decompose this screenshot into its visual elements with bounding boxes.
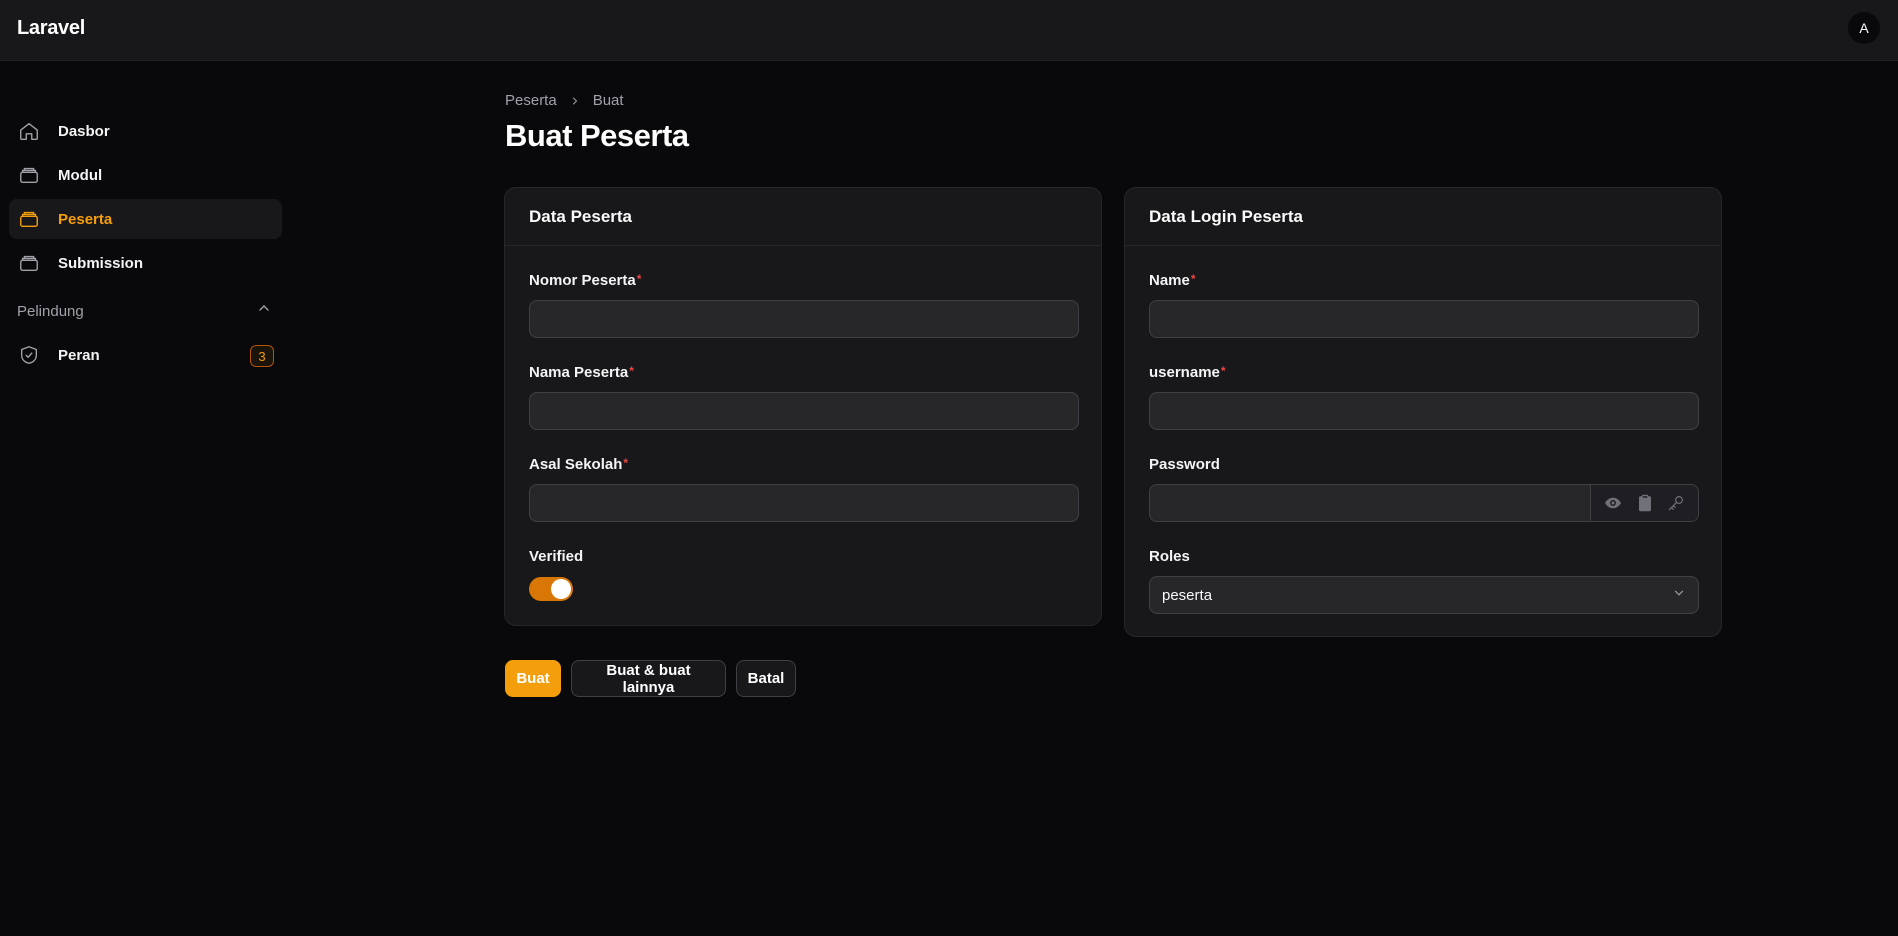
field-label-password: Password — [1149, 456, 1220, 473]
field-label-username: username* — [1149, 364, 1226, 381]
verified-toggle[interactable] — [529, 577, 573, 601]
required-mark: * — [629, 364, 634, 378]
sidebar: Dasbor Modul Peserta Submission Pelindun… — [0, 61, 290, 936]
sidebar-group-label: Pelindung — [17, 303, 84, 320]
count-badge: 3 — [250, 345, 274, 367]
required-mark: * — [1190, 272, 1196, 286]
password-input[interactable] — [1150, 485, 1590, 521]
username-input[interactable] — [1149, 392, 1699, 430]
breadcrumb-current: Buat — [592, 92, 624, 109]
nama-peserta-input[interactable] — [529, 392, 1079, 430]
home-icon — [18, 120, 40, 142]
nomor-peserta-input[interactable] — [529, 300, 1079, 338]
password-actions — [1590, 485, 1698, 521]
brand-logo[interactable]: Laravel — [17, 17, 85, 40]
card-title: Data Peserta — [505, 188, 1101, 246]
breadcrumb-link-peserta[interactable]: Peserta — [505, 92, 557, 109]
clipboard-icon[interactable] — [1635, 493, 1655, 513]
sidebar-item-submission[interactable]: Submission — [9, 243, 282, 283]
password-field — [1149, 484, 1699, 522]
key-icon[interactable] — [1666, 493, 1686, 513]
asal-sekolah-input[interactable] — [529, 484, 1079, 522]
required-mark: * — [623, 456, 629, 470]
sidebar-item-label: Peserta — [58, 210, 113, 228]
required-mark: * — [1220, 364, 1226, 378]
shield-check-icon — [18, 344, 40, 366]
create-button[interactable]: Buat — [505, 660, 561, 697]
roles-select[interactable]: peserta — [1149, 576, 1699, 614]
field-label-asal-sekolah: Asal Sekolah* — [529, 456, 629, 473]
chevron-up-icon[interactable] — [256, 300, 272, 316]
stack-icon — [18, 252, 40, 274]
eye-icon[interactable] — [1603, 493, 1623, 513]
topbar: Laravel A — [0, 0, 1898, 61]
sidebar-item-dasbor[interactable]: Dasbor — [9, 111, 282, 151]
toggle-knob — [551, 579, 571, 599]
stack-icon — [18, 164, 40, 186]
card-data-peserta: Data Peserta Nomor Peserta* Nama Peserta… — [504, 187, 1102, 626]
field-label-verified: Verified — [529, 548, 584, 565]
breadcrumb: Peserta Buat — [505, 92, 624, 109]
field-label-name: Name* — [1149, 272, 1196, 289]
name-input[interactable] — [1149, 300, 1699, 338]
card-title: Data Login Peserta — [1125, 188, 1721, 246]
sidebar-item-label: Dasbor — [58, 122, 110, 140]
field-label-nomor-peserta: Nomor Peserta* — [529, 272, 642, 289]
sidebar-item-modul[interactable]: Modul — [9, 155, 282, 195]
chevron-right-icon — [569, 95, 581, 107]
cancel-button[interactable]: Batal — [736, 660, 796, 697]
stack-icon — [18, 208, 40, 230]
sidebar-item-label: Peran — [58, 346, 100, 364]
field-label-roles: Roles — [1149, 548, 1190, 565]
sidebar-item-label: Submission — [58, 254, 144, 272]
sidebar-item-label: Modul — [58, 166, 103, 184]
sidebar-item-peserta[interactable]: Peserta — [9, 199, 282, 239]
required-mark: * — [636, 272, 642, 286]
roles-selected-value: peserta — [1162, 586, 1213, 604]
sidebar-item-peran[interactable]: Peran 3 — [9, 335, 282, 375]
field-label-nama-peserta: Nama Peserta* — [529, 364, 634, 381]
create-another-button[interactable]: Buat & buat lainnya — [571, 660, 726, 697]
user-avatar[interactable]: A — [1848, 12, 1880, 44]
chevron-down-icon — [1672, 586, 1686, 605]
page-title: Buat Peserta — [505, 118, 689, 153]
card-data-login-peserta: Data Login Peserta Name* username* Passw… — [1124, 187, 1722, 637]
